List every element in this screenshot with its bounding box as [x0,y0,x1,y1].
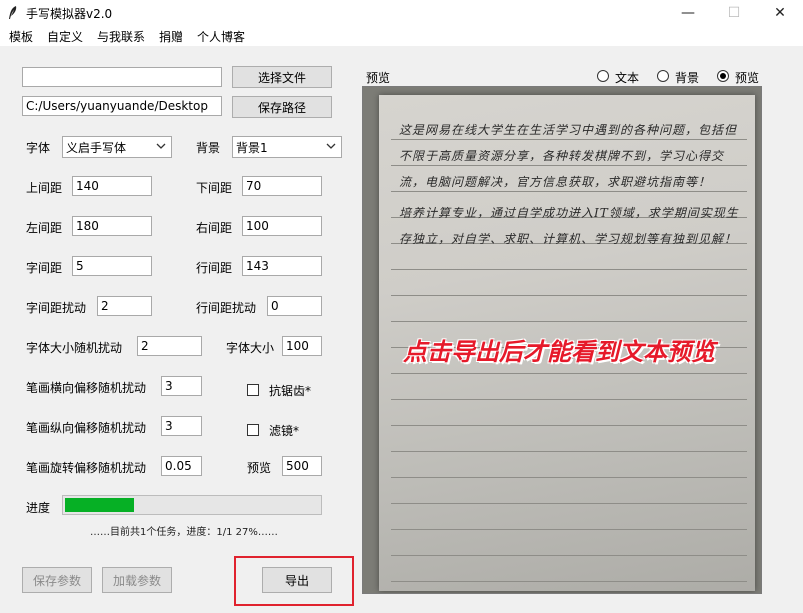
background-select-value: 背景1 [236,141,268,155]
background-label: 背景 [196,141,221,155]
ruled-line [391,269,747,270]
title-bar: 手写模拟器v2.0 — ☐ ✕ [0,0,803,26]
preview-paper: 这是网易在线大学生在生活学习中遇到的各种问题，包括但不限于高质量资源分享，各种转… [379,95,755,591]
preview-panel-title: 预览 [366,71,391,85]
feather-icon [9,6,17,19]
line-spacing-jitter-label: 行间距扰动 [196,301,257,315]
stroke-v-jitter-label: 笔画纵向偏移随机扰动 [26,421,147,435]
save-params-button[interactable]: 保存参数 [22,567,92,593]
font-size-label: 字体大小 [226,341,275,355]
top-margin-input[interactable]: 140 [72,176,152,196]
ruled-line [391,477,747,478]
progress-bar [62,495,322,515]
font-select-value: 义启手写体 [66,141,127,155]
bottom-margin-label: 下间距 [196,181,233,195]
menu-contact[interactable]: 与我联系 [97,28,145,45]
antialias-checkbox[interactable] [247,384,259,396]
radio-background-label: 背景 [675,71,700,85]
line-spacing-input[interactable]: 143 [242,256,322,276]
left-margin-input[interactable]: 180 [72,216,152,236]
close-icon: ✕ [774,5,786,21]
preview-paragraph-1: 这是网易在线大学生在生活学习中遇到的各种问题，包括但不限于高质量资源分享，各种转… [399,123,738,189]
preview-overlay-text: 点击导出后才能看到文本预览 [403,338,715,366]
choose-file-button[interactable]: 选择文件 [232,66,332,88]
window-title: 手写模拟器v2.0 [26,7,113,21]
antialias-label: 抗锯齿* [269,384,312,398]
stroke-rot-jitter-input[interactable]: 0.05 [161,456,202,476]
preview-paragraph-2: 培养计算专业，通过自学成功进入IT领域，求学期间实现生存独立，对自学、求职、计算… [399,206,739,246]
filter-label: 滤镜* [269,424,300,438]
stroke-h-jitter-label: 笔画横向偏移随机扰动 [26,381,147,395]
background-select[interactable]: 背景1 [232,136,342,158]
ruled-line [391,321,747,322]
save-path-input[interactable]: C:/Users/yuanyuande/Desktop [22,96,222,116]
radio-text-label: 文本 [615,71,640,85]
ruled-line [391,529,747,530]
maximize-icon: ☐ [727,5,741,21]
font-size-jitter-label: 字体大小随机扰动 [26,341,123,355]
menu-bar: 模板 自定义 与我联系 捐赠 个人博客 [0,26,803,46]
ruled-line [391,295,747,296]
radio-text[interactable] [597,70,609,82]
chevron-down-icon [326,143,336,149]
font-size-jitter-input[interactable]: 2 [137,336,202,356]
menu-custom[interactable]: 自定义 [47,28,83,45]
char-spacing-input[interactable]: 5 [72,256,152,276]
radio-preview-label: 预览 [735,71,760,85]
radio-background[interactable] [657,70,669,82]
ruled-line [391,399,747,400]
ruled-line [391,373,747,374]
bottom-margin-input[interactable]: 70 [242,176,322,196]
right-margin-label: 右间距 [196,221,233,235]
maximize-button[interactable]: ☐ [711,0,757,26]
preview-image: 这是网易在线大学生在生活学习中遇到的各种问题，包括但不限于高质量资源分享，各种转… [362,86,762,594]
right-margin-input[interactable]: 100 [242,216,322,236]
file-path-input[interactable] [22,67,222,87]
minimize-icon: — [681,5,695,21]
minimize-button[interactable]: — [665,0,711,26]
export-highlight-box [234,556,354,606]
char-spacing-jitter-label: 字间距扰动 [26,301,87,315]
preview-size-input[interactable]: 500 [282,456,322,476]
font-label: 字体 [26,141,51,155]
load-params-button[interactable]: 加载参数 [102,567,172,593]
ruled-line [391,451,747,452]
menu-donate[interactable]: 捐赠 [159,28,183,45]
progress-status: ……目前共1个任务，进度：1/1 27%…… [90,527,278,538]
char-spacing-jitter-input[interactable]: 2 [97,296,152,316]
ruled-line [391,503,747,504]
line-spacing-label: 行间距 [196,261,233,275]
menu-blog[interactable]: 个人博客 [197,28,245,45]
menu-template[interactable]: 模板 [9,28,33,45]
char-spacing-label: 字间距 [26,261,63,275]
save-path-button[interactable]: 保存路径 [232,96,332,118]
chevron-down-icon [156,143,166,149]
top-margin-label: 上间距 [26,181,63,195]
radio-preview[interactable] [717,70,729,82]
stroke-rot-jitter-label: 笔画旋转偏移随机扰动 [26,461,147,475]
progress-label: 进度 [26,501,51,515]
filter-checkbox[interactable] [247,424,259,436]
close-button[interactable]: ✕ [757,0,803,26]
font-size-input[interactable]: 100 [282,336,322,356]
ruled-line [391,581,747,582]
font-select[interactable]: 义启手写体 [62,136,172,158]
left-margin-label: 左间距 [26,221,63,235]
ruled-line [391,555,747,556]
progress-fill [65,498,134,512]
preview-size-label: 预览 [247,461,272,475]
ruled-line [391,425,747,426]
stroke-v-jitter-input[interactable]: 3 [161,416,202,436]
line-spacing-jitter-input[interactable]: 0 [267,296,322,316]
stroke-h-jitter-input[interactable]: 3 [161,376,202,396]
